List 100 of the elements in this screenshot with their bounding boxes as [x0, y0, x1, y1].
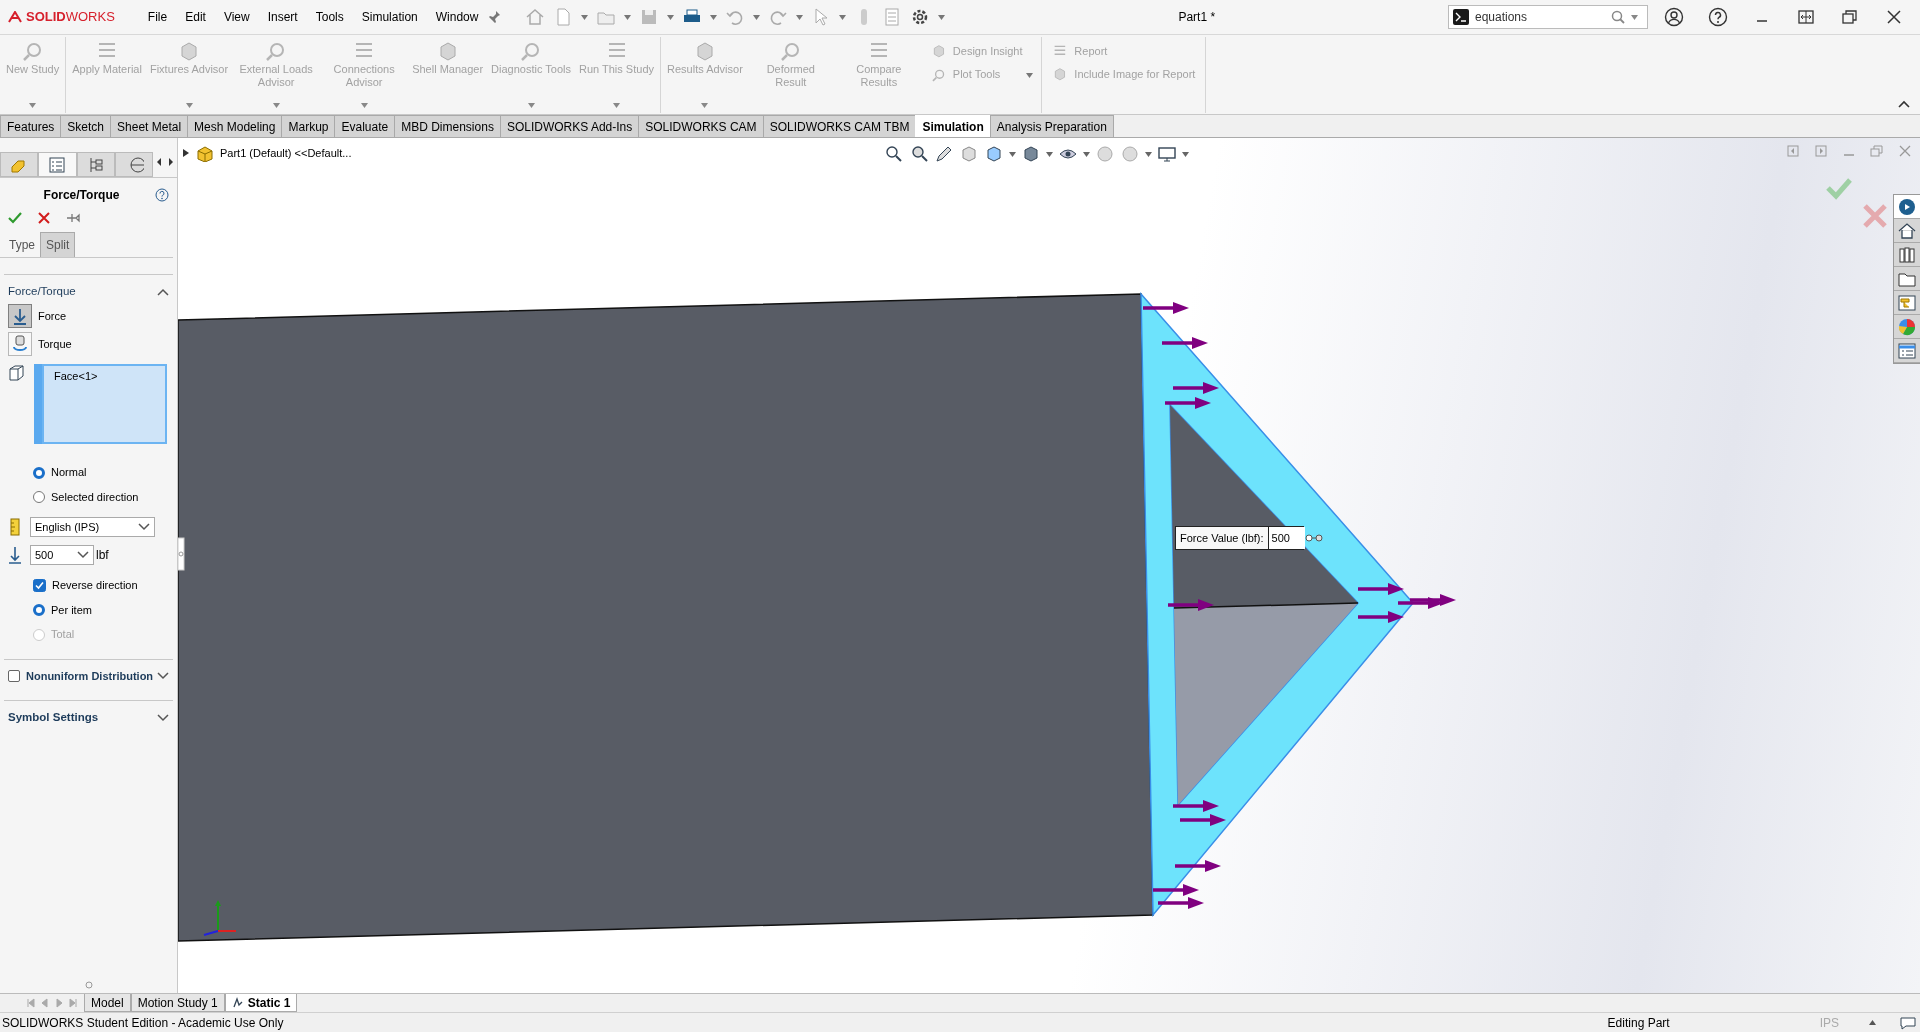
load-type-button[interactable]	[8, 332, 32, 357]
caret-icon[interactable]	[1046, 151, 1053, 157]
force-arrow	[1173, 800, 1219, 812]
model-tab[interactable]: Static 1	[224, 994, 298, 1012]
menu-item[interactable]: Insert	[258, 6, 307, 28]
cube-icon[interactable]	[1021, 144, 1041, 164]
caret-icon[interactable]	[1026, 72, 1034, 78]
panel-tab[interactable]: Split	[40, 232, 76, 257]
command-tab[interactable]: Features	[0, 115, 62, 137]
caret-icon[interactable]	[1182, 151, 1189, 157]
drag-handle-icon[interactable]	[1304, 533, 1323, 543]
menu-item[interactable]: Edit	[176, 6, 215, 28]
menu-item[interactable]: View	[214, 6, 259, 28]
model-tab[interactable]: Model	[84, 994, 131, 1012]
radio-option[interactable]: Selected direction	[33, 488, 169, 506]
model-tab[interactable]: Motion Study 1	[130, 994, 225, 1012]
caret-icon[interactable]	[753, 14, 761, 20]
accept-check-icon[interactable]	[1826, 178, 1852, 200]
selected-face[interactable]	[1140, 291, 1414, 918]
caret-icon[interactable]	[667, 14, 675, 20]
caret-icon[interactable]	[1145, 151, 1152, 157]
resize-handle-icon[interactable]	[84, 981, 93, 989]
zoom-icon[interactable]	[909, 144, 929, 164]
caret-icon[interactable]	[1083, 151, 1090, 157]
expand-chevron-icon[interactable]	[77, 551, 89, 560]
search-text: equations	[1475, 9, 1529, 26]
home-icon[interactable]	[525, 7, 546, 27]
command-tab[interactable]: Sheet Metal	[110, 115, 189, 137]
checkbox-option[interactable]: Nonuniform Distribution	[8, 667, 154, 685]
caret-icon[interactable]	[624, 14, 632, 20]
speech-bubble-icon[interactable]	[1900, 1015, 1916, 1030]
caret-icon[interactable]	[581, 14, 589, 20]
caret-icon[interactable]	[839, 14, 847, 20]
collapse-chevron-icon[interactable]	[157, 287, 169, 296]
task-pane-tab[interactable]	[1894, 195, 1920, 219]
command-tab[interactable]: SOLIDWORKS Add-Ins	[499, 115, 640, 137]
checkbox-icon[interactable]	[33, 579, 46, 592]
panel-tab[interactable]: Type	[4, 232, 40, 257]
load-type-button[interactable]	[8, 304, 32, 329]
cube-icon[interactable]	[984, 144, 1004, 164]
pin-icon[interactable]	[487, 10, 502, 24]
command-tab[interactable]: SOLIDWORKS CAM	[638, 115, 764, 137]
pin-icon[interactable]	[66, 212, 80, 224]
collapse-ribbon-icon[interactable]	[1898, 100, 1910, 108]
command-tab[interactable]: SOLIDWORKS CAM TBM	[762, 115, 917, 137]
ok-check-icon[interactable]	[8, 212, 22, 224]
caret-icon[interactable]	[796, 14, 804, 20]
zoom-icon[interactable]	[884, 144, 904, 164]
force-arrow	[1153, 884, 1199, 896]
checkbox-option[interactable]: Reverse direction	[33, 577, 169, 594]
command-tab[interactable]: Evaluate	[334, 115, 396, 137]
command-tab[interactable]: MBD Dimensions	[394, 115, 501, 137]
splitter-handle[interactable]	[178, 537, 185, 571]
panel-tab[interactable]	[76, 152, 115, 177]
panel-tab[interactable]	[114, 152, 153, 177]
tree-item[interactable]: Part1 (Default) <<Default...	[220, 144, 352, 162]
help-icon[interactable]	[1708, 7, 1728, 27]
arrow-down-icon	[8, 546, 22, 565]
caret-icon[interactable]	[710, 14, 718, 20]
user-icon[interactable]	[1664, 7, 1684, 27]
search-icon[interactable]	[1611, 10, 1625, 24]
command-tab[interactable]: Simulation	[915, 115, 991, 137]
menu-item[interactable]: Window	[426, 6, 488, 28]
cancel-x-icon[interactable]	[38, 212, 50, 224]
panel-title: Force/Torque	[43, 187, 120, 204]
section-title: Force/Torque	[8, 284, 76, 299]
unit-label: lbf	[96, 547, 109, 565]
command-tab[interactable]: Sketch	[60, 115, 112, 137]
command-tab[interactable]: Analysis Preparation	[989, 115, 1114, 137]
units-dropdown[interactable]: English (IPS)	[30, 517, 155, 538]
tile-windows-icon[interactable]	[1796, 7, 1816, 27]
caret-icon[interactable]	[1009, 151, 1016, 157]
panel-tab[interactable]	[38, 152, 77, 177]
menu-item[interactable]: File	[138, 6, 177, 28]
monitor-icon[interactable]	[1157, 144, 1177, 164]
caret-up-icon[interactable]	[1869, 1020, 1876, 1025]
restore-icon[interactable]	[1840, 7, 1860, 27]
radio-option[interactable]: Normal	[33, 464, 169, 481]
command-tab[interactable]: Markup	[281, 115, 336, 137]
caret-icon[interactable]	[938, 14, 946, 20]
force-value-field[interactable]: 500	[30, 545, 94, 566]
expand-chevron-icon[interactable]	[157, 713, 169, 722]
next-view-icon[interactable]	[1814, 144, 1828, 158]
expand-chevron-icon[interactable]	[138, 523, 150, 532]
menu-item[interactable]: Simulation	[352, 6, 427, 28]
command-tab[interactable]: Mesh Modeling	[187, 115, 283, 137]
menu-item[interactable]: Tools	[306, 6, 353, 28]
option-label: Force	[38, 309, 67, 324]
selection-list[interactable]: Face<1>	[42, 364, 167, 445]
logo-mark-icon	[8, 11, 22, 23]
pencil-icon[interactable]	[934, 144, 954, 164]
radio-option[interactable]: Per item	[33, 601, 169, 619]
section-title: Symbol Settings	[8, 710, 99, 726]
search-field[interactable]: equations	[1448, 5, 1648, 29]
color-ball-icon	[1897, 316, 1917, 337]
expand-arrow-icon[interactable]	[182, 148, 190, 158]
caret-icon[interactable]	[1631, 14, 1638, 20]
expand-chevron-icon[interactable]	[157, 672, 169, 680]
popup-value-field[interactable]: 500	[1267, 527, 1305, 549]
previous-view-icon[interactable]	[1786, 144, 1800, 158]
